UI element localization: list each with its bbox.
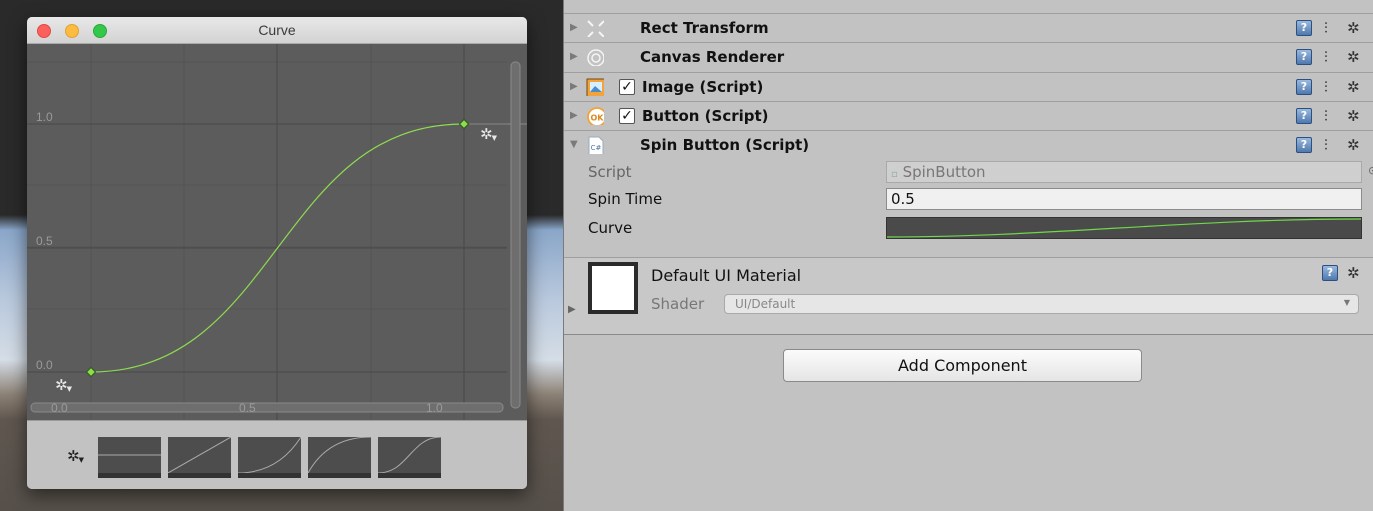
component-enabled-checkbox[interactable]: ✓ xyxy=(619,79,635,95)
help-icon[interactable]: ? xyxy=(1296,20,1312,36)
major-grid-lines xyxy=(27,44,507,420)
material-preview-swatch[interactable] xyxy=(588,262,638,314)
grid-lines xyxy=(27,44,507,420)
component-label: Spin Button (Script) xyxy=(640,136,810,154)
inspector-header-strip xyxy=(564,0,1373,14)
image-icon xyxy=(586,78,604,96)
window-titlebar[interactable]: Curve xyxy=(27,17,527,44)
help-icon[interactable]: ? xyxy=(1296,79,1312,95)
script-value: SpinButton xyxy=(902,163,986,181)
canvas-renderer-icon xyxy=(587,49,604,66)
curve-field[interactable] xyxy=(886,217,1362,239)
button-icon: OK xyxy=(587,107,605,125)
preset-ease-in-out[interactable] xyxy=(378,437,441,478)
rect-transform-icon xyxy=(587,20,604,37)
component-label: Rect Transform xyxy=(640,19,769,37)
help-icon[interactable]: ? xyxy=(1296,108,1312,124)
preset-linear[interactable] xyxy=(168,437,231,478)
component-spin-button-script[interactable]: ▼ C# Spin Button (Script) ? ⫶ ✲ xyxy=(564,130,1373,159)
curve-field-preview xyxy=(886,218,1362,238)
component-header-icons: ? ⫶ ✲ xyxy=(1274,19,1373,39)
x-tick-label: 0.0 xyxy=(51,401,68,415)
foldout-arrow-icon[interactable]: ▶ xyxy=(570,81,578,92)
object-picker-icon[interactable]: ⊙ xyxy=(1368,164,1373,177)
property-curve: Curve xyxy=(564,215,1373,241)
window-title: Curve xyxy=(258,22,296,38)
help-icon[interactable]: ? xyxy=(1296,137,1312,153)
component-canvas-renderer[interactable]: ▶ Canvas Renderer ? ⫶ ✲ xyxy=(564,42,1373,71)
preset-constant[interactable] xyxy=(98,437,161,478)
vertical-scrollbar[interactable] xyxy=(510,61,521,409)
keyframe-point[interactable] xyxy=(458,118,470,130)
presets-icon[interactable]: ⫶ xyxy=(1324,48,1328,66)
y-tick-label: 1.0 xyxy=(36,110,53,124)
settings-gear-icon[interactable]: ✲ xyxy=(1347,136,1360,154)
material-header-icons: ? ✲ xyxy=(1274,264,1373,284)
presets-icon[interactable]: ⫶ xyxy=(1324,19,1328,37)
presets-gear-icon[interactable]: ✲▼ xyxy=(67,449,84,464)
key-settings-gear-icon[interactable]: ✲▼ xyxy=(480,127,497,142)
shader-dropdown[interactable]: UI/Default ▼ xyxy=(724,294,1359,314)
settings-gear-icon[interactable]: ✲ xyxy=(1347,48,1360,66)
y-tick-label: 0.5 xyxy=(36,234,53,248)
curve-editor-window: Curve 1.0 0.5 0.0 0.0 0.5 1.0 ✲▼ ✲▼ ✲▼ xyxy=(27,17,527,489)
shader-label: Shader xyxy=(651,295,705,313)
component-label: Image (Script) xyxy=(642,78,764,96)
presets-icon[interactable]: ⫶ xyxy=(1324,136,1328,154)
component-rect-transform[interactable]: ▶ Rect Transform ? ⫶ ✲ xyxy=(564,13,1373,42)
component-header-icons: ? ⫶ ✲ xyxy=(1274,78,1373,98)
csharp-script-icon: C# xyxy=(588,136,604,154)
svg-text:C#: C# xyxy=(591,144,602,152)
foldout-arrow-icon[interactable]: ▶ xyxy=(570,110,578,121)
foldout-arrow-icon[interactable]: ▶ xyxy=(570,22,578,33)
foldout-arrow-icon[interactable]: ▶ xyxy=(570,51,578,62)
preset-ease-out[interactable] xyxy=(308,437,371,478)
spin-time-input[interactable]: 0.5 xyxy=(886,188,1362,210)
shader-value: UI/Default xyxy=(735,297,796,311)
component-header-icons: ? ⫶ ✲ xyxy=(1274,107,1373,127)
component-header-icons: ? ⫶ ✲ xyxy=(1274,48,1373,68)
foldout-arrow-icon[interactable]: ▶ xyxy=(568,304,576,315)
component-label: Button (Script) xyxy=(642,107,769,125)
settings-gear-icon[interactable]: ✲ xyxy=(1347,264,1360,282)
material-section: ▶ Default UI Material Shader UI/Default … xyxy=(564,257,1373,335)
x-tick-label: 0.5 xyxy=(239,401,256,415)
help-icon[interactable]: ? xyxy=(1296,49,1312,65)
dropdown-arrow-icon: ▼ xyxy=(1343,298,1350,307)
script-object-field: ▫ SpinButton xyxy=(886,161,1362,183)
presets-icon[interactable]: ⫶ xyxy=(1324,78,1328,96)
x-tick-label: 1.0 xyxy=(426,401,443,415)
y-tick-label: 0.0 xyxy=(36,358,53,372)
svg-text:OK: OK xyxy=(591,114,605,123)
foldout-arrow-expanded-icon[interactable]: ▼ xyxy=(570,139,578,150)
component-image-script[interactable]: ▶ ✓ Image (Script) ? ⫶ ✲ xyxy=(564,72,1373,101)
property-spin-time: Spin Time 0.5 xyxy=(564,186,1373,212)
settings-gear-icon[interactable]: ✲ xyxy=(1347,19,1360,37)
component-header-icons: ? ⫶ ✲ xyxy=(1274,136,1373,156)
settings-gear-icon[interactable]: ✲ xyxy=(1347,78,1360,96)
preset-ease-in[interactable] xyxy=(238,437,301,478)
curve-plot-area[interactable]: 1.0 0.5 0.0 0.0 0.5 1.0 ✲▼ ✲▼ xyxy=(27,44,527,420)
help-icon[interactable]: ? xyxy=(1322,265,1338,281)
curve-graph[interactable] xyxy=(27,44,527,420)
presets-panel: ✲▼ xyxy=(27,420,527,489)
inspector-panel: ▶ Rect Transform ? ⫶ ✲ ▶ Canvas Renderer… xyxy=(563,0,1373,511)
csharp-script-icon: ▫ xyxy=(891,169,898,180)
property-label: Script xyxy=(588,163,632,181)
key-settings-gear-icon[interactable]: ✲▼ xyxy=(55,378,72,393)
presets-icon[interactable]: ⫶ xyxy=(1324,107,1328,125)
property-label: Curve xyxy=(588,219,633,237)
property-label: Spin Time xyxy=(588,190,663,208)
component-enabled-checkbox[interactable]: ✓ xyxy=(619,108,635,124)
add-component-button[interactable]: Add Component xyxy=(783,349,1142,382)
component-label: Canvas Renderer xyxy=(640,48,785,66)
property-script: Script ▫ SpinButton ⊙ xyxy=(564,159,1373,185)
material-name: Default UI Material xyxy=(651,266,802,285)
component-button-script[interactable]: ▶ OK ✓ Button (Script) ? ⫶ ✲ xyxy=(564,101,1373,130)
keyframe-point[interactable] xyxy=(85,366,97,378)
settings-gear-icon[interactable]: ✲ xyxy=(1347,107,1360,125)
